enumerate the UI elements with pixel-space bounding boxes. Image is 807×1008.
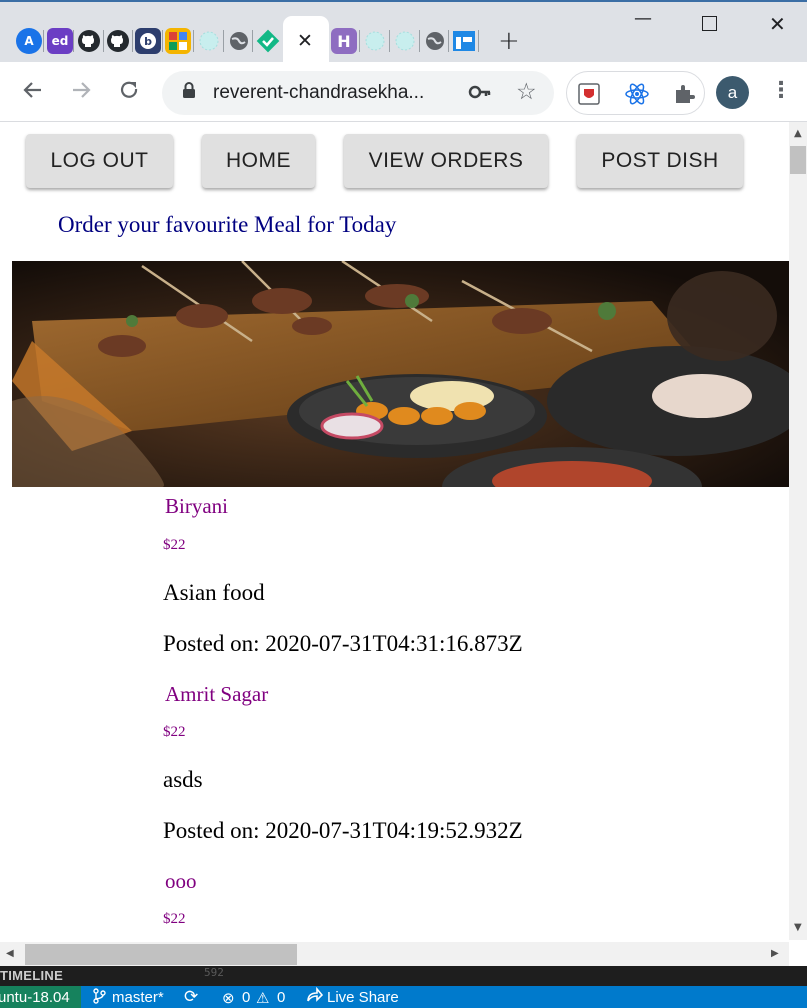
tab-divider <box>193 30 194 52</box>
lock-icon <box>183 82 195 98</box>
more-menu-icon[interactable]: ⋮ <box>770 78 792 103</box>
tab-divider <box>478 30 479 52</box>
git-branch-icon <box>92 988 106 1008</box>
tab-divider <box>389 30 390 52</box>
scroll-left-arrow-icon[interactable]: ◀ <box>6 948 14 959</box>
dish-price: $22 <box>163 911 186 927</box>
post-dish-button[interactable]: POST DISH <box>577 134 743 188</box>
key-icon[interactable] <box>468 81 492 108</box>
new-tab-button[interactable]: + <box>498 26 520 56</box>
dish-name: ooo <box>165 869 197 893</box>
dish-name: Amrit Sagar <box>165 682 269 706</box>
git-branch[interactable]: master* <box>112 989 164 1006</box>
forward-icon[interactable] <box>69 78 93 108</box>
page-tagline: Order your favourite Meal for Today <box>58 212 397 237</box>
tab-divider <box>103 30 104 52</box>
tab-divider <box>252 30 253 52</box>
react-devtools-icon[interactable] <box>624 82 650 106</box>
tab-favicon-a[interactable]: A <box>16 28 42 54</box>
url-text[interactable]: reverent-chandrasekha... <box>213 82 424 104</box>
scroll-down-arrow-icon[interactable]: ▼ <box>794 922 802 933</box>
vertical-scroll-thumb[interactable] <box>790 146 806 174</box>
warning-count[interactable]: 0 <box>277 989 285 1006</box>
bookmark-star-icon[interactable]: ☆ <box>516 79 537 105</box>
dish-price: $22 <box>163 724 186 740</box>
maximize-button[interactable] <box>702 16 717 31</box>
view-orders-button[interactable]: VIEW ORDERS <box>344 134 548 188</box>
scroll-up-arrow-icon[interactable]: ▲ <box>794 128 802 139</box>
dish-posted-date: Posted on: 2020-07-31T04:31:16.873Z <box>163 631 523 656</box>
browser-toolbar: reverent-chandrasekha... ☆ a ⋮ <box>0 62 807 122</box>
tab-divider <box>162 30 163 52</box>
check-icon[interactable] <box>255 28 281 54</box>
github-icon[interactable] <box>76 28 102 54</box>
remote-indicator[interactable]: untu-18.04 <box>0 986 81 1008</box>
globe-icon[interactable] <box>226 28 252 54</box>
minimize-button[interactable]: — <box>634 8 652 29</box>
error-count[interactable]: 0 <box>242 989 250 1006</box>
tab-favicon-b[interactable]: b <box>135 28 161 54</box>
dish-name: Biryani <box>165 494 228 518</box>
loading-icon[interactable] <box>362 28 388 54</box>
tab-divider <box>43 30 44 52</box>
tab-divider <box>132 30 133 52</box>
tab-favicon-ed[interactable]: ed <box>47 28 73 54</box>
page-viewport: LOG OUT HOME VIEW ORDERS POST DISH Order… <box>0 122 789 940</box>
scroll-right-arrow-icon[interactable]: ▶ <box>771 948 779 959</box>
reload-icon[interactable] <box>117 78 141 108</box>
live-share-icon[interactable] <box>305 986 324 1008</box>
live-share-label[interactable]: Live Share <box>327 989 399 1006</box>
warning-icon[interactable]: ⚠ <box>256 989 269 1007</box>
vertical-scrollbar[interactable]: ▲ ▼ <box>789 122 807 940</box>
globe-icon[interactable] <box>422 28 448 54</box>
address-bar[interactable]: reverent-chandrasekha... ☆ <box>162 71 554 115</box>
grid-app-icon[interactable] <box>165 28 191 54</box>
tab-divider <box>359 30 360 52</box>
tab-divider <box>419 30 420 52</box>
browser-tab-strip: A ed b ✕ H + — ✕ <box>0 0 807 64</box>
home-button[interactable]: HOME <box>202 134 315 188</box>
extensions-group <box>566 71 705 115</box>
profile-avatar[interactable]: a <box>716 76 749 109</box>
error-icon[interactable]: ⊗ <box>222 989 235 1007</box>
sync-icon[interactable]: ⟳ <box>184 987 198 1007</box>
active-tab[interactable]: ✕ <box>283 16 329 64</box>
vscode-status-bar: untu-18.04 master* ⟳ ⊗ 0 ⚠ 0 Live Share <box>0 986 807 1008</box>
extension-shield-icon[interactable] <box>577 82 601 106</box>
github-icon[interactable] <box>105 28 131 54</box>
loading-icon[interactable] <box>392 28 418 54</box>
back-icon[interactable] <box>21 78 45 108</box>
vscode-timeline-panel: TIMELINE 592 <box>0 966 807 986</box>
dish-price: $22 <box>163 537 186 553</box>
editor-line-number: 592 <box>204 966 224 979</box>
dish-description: Asian food <box>163 580 265 605</box>
heroku-icon[interactable]: H <box>331 28 357 54</box>
extensions-puzzle-icon[interactable] <box>672 82 696 106</box>
tab-divider <box>448 30 449 52</box>
close-window-button[interactable]: ✕ <box>769 12 786 36</box>
horizontal-scrollbar[interactable]: ◀ ▶ <box>0 942 789 966</box>
logout-button[interactable]: LOG OUT <box>26 134 173 188</box>
tab-divider <box>73 30 74 52</box>
close-tab-icon[interactable]: ✕ <box>297 30 313 52</box>
table-icon[interactable] <box>451 28 477 54</box>
hero-food-image <box>12 261 789 487</box>
dish-posted-date: Posted on: 2020-07-31T04:19:52.932Z <box>163 818 523 843</box>
loading-icon[interactable] <box>196 28 222 54</box>
timeline-label[interactable]: TIMELINE <box>0 968 63 983</box>
horizontal-scroll-thumb[interactable] <box>25 944 297 965</box>
tab-divider <box>223 30 224 52</box>
dish-description: asds <box>163 767 203 792</box>
